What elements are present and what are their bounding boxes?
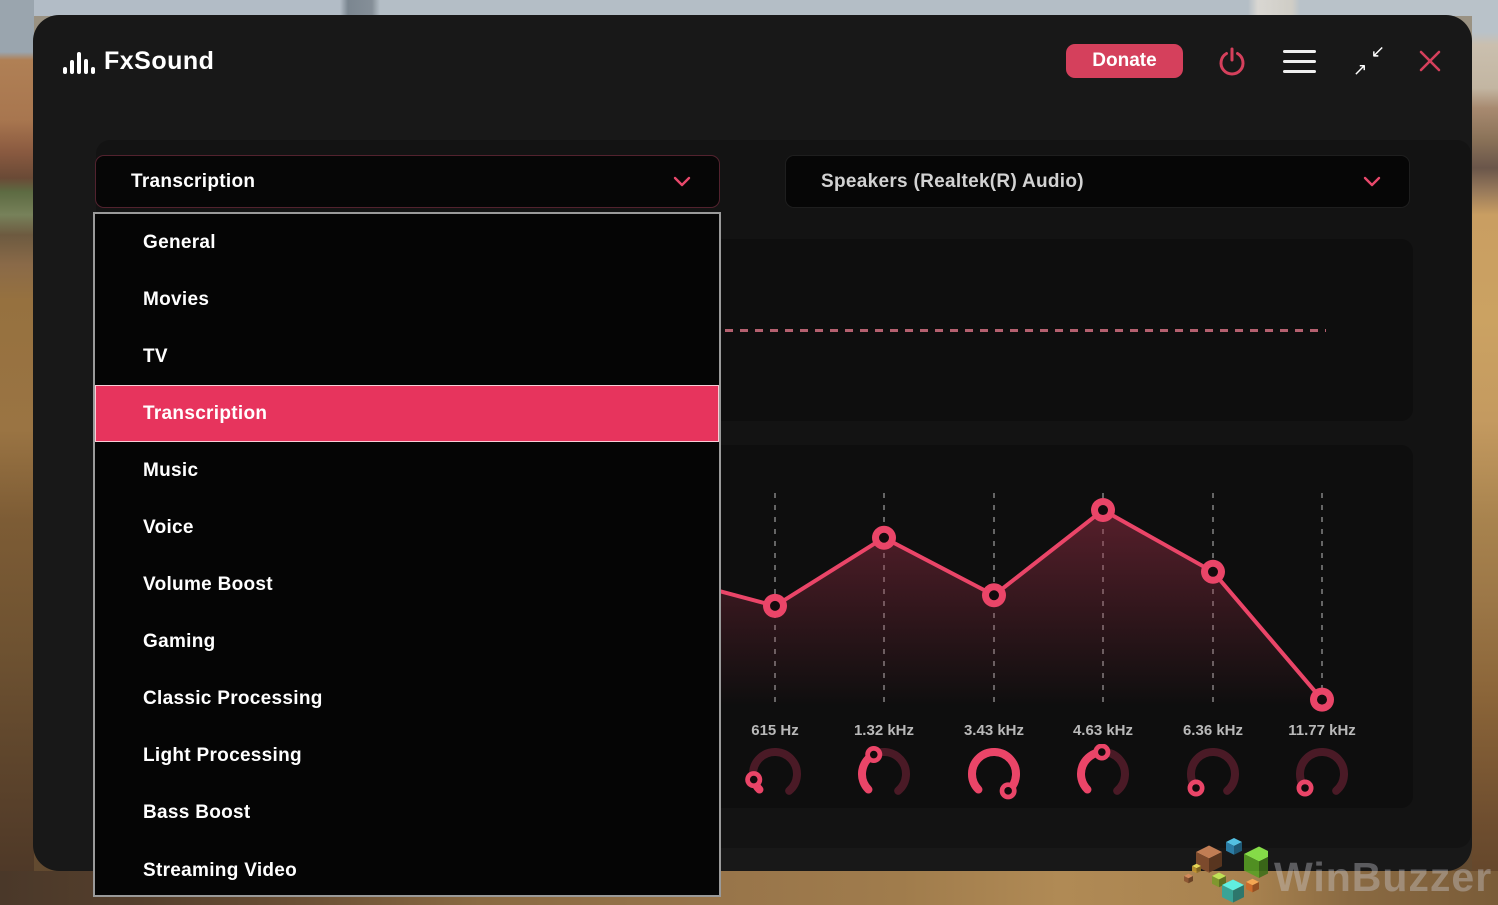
titlebar: FxSound Donate ↙ ↗ <box>33 15 1472 110</box>
freq-label-615-hz: 615 Hz <box>751 722 799 739</box>
menu-item-music[interactable]: Music <box>95 442 719 499</box>
menu-item-bass-boost[interactable]: Bass Boost <box>95 785 719 842</box>
freq-label-3.43-khz: 3.43 kHz <box>963 722 1025 739</box>
fxsound-bars-icon <box>63 50 95 74</box>
menu-item-voice[interactable]: Voice <box>95 499 719 556</box>
hamburger-menu-icon[interactable] <box>1281 43 1317 79</box>
chevron-down-icon <box>1363 176 1381 187</box>
menu-item-general[interactable]: General <box>95 214 719 271</box>
output-device-select[interactable]: Speakers (Realtek(R) Audio) <box>785 155 1410 208</box>
menu-item-tv[interactable]: TV <box>95 328 719 385</box>
output-device-value: Speakers (Realtek(R) Audio) <box>821 170 1084 192</box>
menu-item-streaming-video[interactable]: Streaming Video <box>95 842 719 899</box>
arrow-up-right-icon: ↗ <box>1353 60 1368 79</box>
donate-button[interactable]: Donate <box>1066 44 1183 78</box>
eq-node-3.43-khz[interactable] <box>982 583 1006 608</box>
wallpaper-left <box>0 0 34 905</box>
preset-select-value: Transcription <box>131 170 256 192</box>
eq-node-6.36-khz[interactable] <box>1201 559 1225 584</box>
menu-item-gaming[interactable]: Gaming <box>95 614 719 671</box>
gain-knob-6.36-khz[interactable] <box>1183 744 1243 804</box>
freq-label-6.36-khz: 6.36 kHz <box>1182 722 1244 739</box>
eq-node-1.32-khz[interactable] <box>872 525 896 550</box>
app-title: FxSound <box>104 47 215 75</box>
menu-item-volume-boost[interactable]: Volume Boost <box>95 557 719 614</box>
freq-label-1.32-khz: 1.32 kHz <box>853 722 915 739</box>
eq-node-11.77-khz[interactable] <box>1310 687 1334 712</box>
wallpaper-right <box>1472 0 1498 905</box>
minimize-window-icon[interactable]: ↙ ↗ <box>1350 43 1386 79</box>
freq-label-4.63-khz: 4.63 kHz <box>1072 722 1134 739</box>
preset-select[interactable]: Transcription <box>95 155 720 208</box>
eq-node-615-hz[interactable] <box>763 593 787 618</box>
close-icon[interactable] <box>1412 43 1448 79</box>
desktop: FxSound Donate ↙ ↗ Transcription Speaker… <box>0 0 1498 905</box>
eq-curve-area-fill <box>655 510 1322 706</box>
freq-label-11.77-khz: 11.77 kHz <box>1288 722 1356 739</box>
gain-knob-1.32-khz[interactable] <box>854 744 914 804</box>
arrow-down-left-icon: ↙ <box>1370 42 1385 61</box>
chevron-down-icon <box>673 176 691 187</box>
eq-node-4.63-khz[interactable] <box>1091 498 1115 523</box>
wallpaper-top <box>0 0 1498 16</box>
menu-item-light-processing[interactable]: Light Processing <box>95 728 719 785</box>
gain-knob-615-hz[interactable] <box>745 744 805 804</box>
menu-item-classic-processing[interactable]: Classic Processing <box>95 671 719 728</box>
gain-knob-4.63-khz[interactable] <box>1073 743 1133 804</box>
gain-knob-3.43-khz[interactable] <box>964 744 1024 804</box>
preset-dropdown-menu: General Movies TV Transcription Music Voice Vo… <box>93 212 721 897</box>
app-logo: FxSound <box>63 47 214 76</box>
power-icon[interactable] <box>1214 43 1250 79</box>
menu-item-transcription[interactable]: Transcription <box>95 385 719 443</box>
menu-item-movies[interactable]: Movies <box>95 271 719 328</box>
gain-knob-11.77-khz[interactable] <box>1292 744 1352 804</box>
